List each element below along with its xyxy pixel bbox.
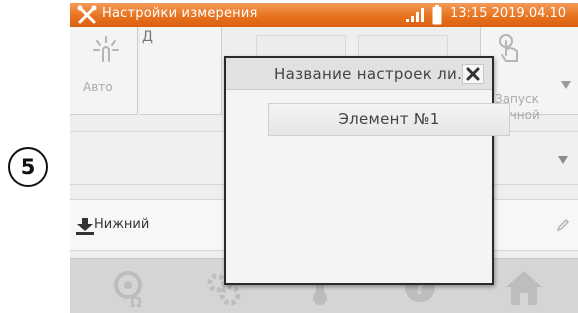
- status-datetime: 13:15 2019.04.10: [450, 6, 567, 21]
- settings-name-dialog: Название настроек ли... Элемент №1: [224, 56, 510, 285]
- hand-icon: [499, 34, 518, 62]
- chevron-down-icon: [558, 156, 568, 164]
- step-number-marker: 5: [8, 147, 48, 187]
- pencil-icon: [556, 219, 569, 232]
- close-icon: [466, 67, 480, 81]
- delay-option-button[interactable]: Д: [140, 27, 222, 115]
- auto-icon: [93, 36, 119, 62]
- battery-icon: [432, 5, 442, 25]
- tools-icon: [77, 5, 97, 24]
- home-button[interactable]: [502, 265, 546, 309]
- probe-icon: Ω: [114, 271, 142, 311]
- settings-item-button[interactable]: Элемент №1: [268, 103, 510, 136]
- dialog-title: Название настроек ли...: [274, 65, 473, 83]
- device-screen: Настройки измерения 13:15 2019.04.10 Авт…: [70, 3, 578, 313]
- home-icon: [506, 271, 542, 305]
- close-button[interactable]: [462, 64, 484, 84]
- screen-title: Настройки измерения: [102, 6, 258, 21]
- dialog-title-bar: Название настроек ли...: [226, 58, 492, 90]
- chevron-down-icon: [561, 81, 571, 89]
- auto-mode-button[interactable]: Авто: [70, 27, 138, 115]
- status-bar: Настройки измерения 13:15 2019.04.10: [70, 3, 578, 27]
- manual-start-button[interactable]: Запуск ручной: [480, 27, 578, 122]
- auto-mode-label: Авто: [83, 80, 113, 94]
- delay-option-label: Д: [142, 29, 153, 45]
- probe-button[interactable]: Ω: [108, 265, 152, 311]
- signal-icon: [406, 8, 424, 22]
- lower-limit-label: Нижний: [94, 217, 150, 232]
- download-icon: [76, 218, 94, 235]
- svg-text:Ω: Ω: [130, 295, 142, 309]
